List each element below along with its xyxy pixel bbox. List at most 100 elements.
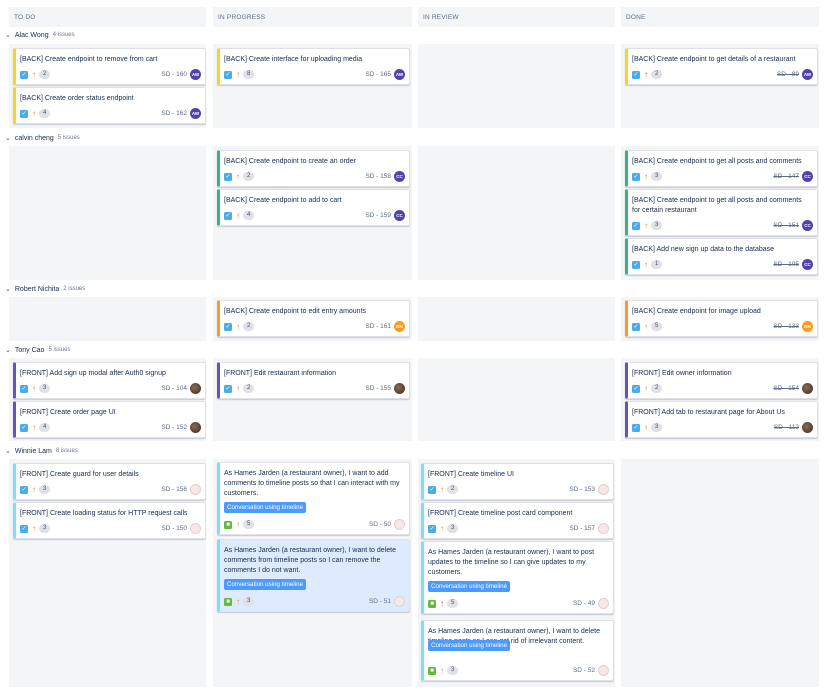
- swimlane-header-robert-nichita[interactable]: ⌄ Robert Nichita 2 issues: [5, 283, 85, 295]
- issue-key[interactable]: SD - 157: [569, 525, 595, 532]
- issue-key[interactable]: SD - 133: [773, 323, 799, 330]
- swimlane-header-alac-wong[interactable]: ⌄ Alac Wong 4 issues: [5, 29, 75, 41]
- issue-key[interactable]: SD - 161: [365, 323, 391, 330]
- issue-card[interactable]: [BACK] Create endpoint to get all posts …: [625, 150, 818, 187]
- swimlane-count: 5 issues: [48, 347, 71, 353]
- assignee-avatar[interactable]: RN: [802, 321, 813, 332]
- issue-card[interactable]: [BACK] Create endpoint to create an orde…: [217, 150, 410, 187]
- issue-key[interactable]: SD - 104: [161, 385, 187, 392]
- epic-label[interactable]: Conversation using timeline: [428, 640, 511, 651]
- chevron-down-icon[interactable]: ⌄: [5, 134, 11, 142]
- assignee-avatar[interactable]: CC: [802, 171, 813, 182]
- issue-card[interactable]: [FRONT] Create order page UI ✓ ↑ 4 SD - 152: [13, 401, 206, 438]
- issue-card[interactable]: [FRONT] Create timeline post card compon…: [421, 502, 614, 539]
- assignee-avatar[interactable]: CC: [802, 259, 813, 270]
- issue-key[interactable]: SD - 52: [573, 667, 595, 674]
- issue-card[interactable]: [FRONT] Create loading status for HTTP r…: [13, 502, 206, 539]
- assignee-avatar[interactable]: CC: [394, 210, 405, 221]
- issue-card[interactable]: As Hames Jarden (a restaurant owner), I …: [421, 620, 614, 681]
- assignee-avatar[interactable]: AW: [802, 69, 813, 80]
- chevron-down-icon[interactable]: ⌄: [5, 447, 11, 455]
- issue-key[interactable]: SD - 51: [369, 598, 391, 605]
- assignee-avatar[interactable]: CC: [394, 171, 405, 182]
- chevron-down-icon[interactable]: ⌄: [5, 285, 11, 293]
- assignee-avatar[interactable]: [394, 596, 405, 607]
- story-icon: ■: [428, 666, 436, 675]
- issue-key[interactable]: SD - 151: [773, 222, 799, 229]
- issue-card[interactable]: [FRONT] Add tab to restaurant page for A…: [625, 401, 818, 438]
- issue-key[interactable]: SD - 158: [365, 173, 391, 180]
- issue-card[interactable]: [FRONT] Create timeline UI ✓ ↑ 2 SD - 153: [421, 463, 614, 500]
- issue-card[interactable]: As Hames Jarden (a restaurant owner), I …: [217, 462, 410, 535]
- issue-card[interactable]: As Hames Jarden (a restaurant owner), I …: [421, 541, 614, 614]
- chevron-down-icon[interactable]: ⌄: [5, 346, 11, 354]
- card-footer: ✓ ↑ 4 SD - 162 AW: [20, 108, 201, 119]
- issue-card[interactable]: [FRONT] Add sign up modal after Auth0 si…: [13, 362, 206, 399]
- epic-label[interactable]: Conversation using timeline: [224, 502, 307, 513]
- swimlane-name: Winnie Lam: [14, 447, 52, 455]
- assignee-avatar[interactable]: [394, 519, 405, 530]
- issue-key[interactable]: SD - 165: [365, 71, 391, 78]
- issue-key[interactable]: SD - 153: [569, 486, 595, 493]
- issue-summary: [BACK] Create endpoint to create an orde…: [224, 158, 356, 165]
- swimlane-header-calvin-cheng[interactable]: ⌄ calvin cheng 5 issues: [5, 132, 80, 144]
- issue-key[interactable]: SD - 159: [365, 212, 391, 219]
- issue-key[interactable]: SD - 105: [773, 261, 799, 268]
- assignee-avatar[interactable]: [598, 598, 609, 609]
- issue-key[interactable]: SD - 162: [161, 110, 187, 117]
- issue-card[interactable]: [BACK] Create endpoint to get all posts …: [625, 189, 818, 236]
- priority-arrow-up-icon: ↑: [236, 383, 240, 393]
- issue-card[interactable]: [FRONT] Edit owner information ✓ ↑ 2 SD - 15…: [625, 362, 818, 399]
- issue-key[interactable]: SD - 155: [365, 385, 391, 392]
- assignee-avatar[interactable]: AW: [190, 69, 201, 80]
- priority-arrow-up-icon: ↑: [236, 321, 240, 331]
- assignee-avatar[interactable]: [802, 383, 813, 394]
- issue-card[interactable]: [BACK] Create interface for uploading me…: [217, 48, 410, 85]
- assignee-avatar[interactable]: AW: [190, 108, 201, 119]
- lane-cell: [9, 146, 206, 280]
- issue-card[interactable]: [BACK] Create order status endpoint ✓ ↑ 4 SD…: [13, 87, 206, 124]
- issue-key[interactable]: SD - 112: [774, 424, 799, 431]
- issue-card[interactable]: [BACK] Create endpoint for image upload ✓…: [625, 300, 818, 337]
- assignee-avatar[interactable]: [190, 523, 201, 534]
- issue-key[interactable]: SD - 154: [773, 385, 799, 392]
- issue-card[interactable]: [BACK] Create endpoint to edit entry amo…: [217, 300, 410, 337]
- issue-card[interactable]: [BACK] Create endpoint to add to cart ✓ ↑ 4…: [217, 189, 410, 226]
- assignee-avatar[interactable]: [598, 484, 609, 495]
- chevron-down-icon[interactable]: ⌄: [5, 31, 11, 39]
- issue-key[interactable]: SD - 160: [161, 71, 187, 78]
- story-points-badge: 1: [651, 260, 663, 269]
- issue-card[interactable]: [BACK] Create endpoint to remove from ca…: [13, 48, 206, 85]
- issue-key[interactable]: SD - 89: [777, 71, 799, 78]
- assignee-avatar[interactable]: [190, 383, 201, 394]
- assignee-avatar[interactable]: [394, 383, 405, 394]
- assignee-avatar[interactable]: AW: [394, 69, 405, 80]
- issue-card[interactable]: [FRONT] Edit restaurant information ✓ ↑ 2 SD…: [217, 362, 410, 399]
- lane-cell: [418, 358, 615, 441]
- issue-key[interactable]: SD - 50: [369, 521, 391, 528]
- issue-key[interactable]: SD - 147: [773, 173, 799, 180]
- assignee-avatar[interactable]: RN: [394, 321, 405, 332]
- issue-key[interactable]: SD - 156: [161, 486, 187, 493]
- story-points-badge: 3: [651, 423, 663, 432]
- epic-label[interactable]: Conversation using timeline: [224, 579, 307, 590]
- assignee-avatar[interactable]: [598, 665, 609, 676]
- assignee-avatar[interactable]: [190, 484, 201, 495]
- swimlane-header-tony-cao[interactable]: ⌄ Tony Cao 5 issues: [5, 344, 70, 356]
- swimlane-header-winnie-lam[interactable]: ⌄ Winnie Lam 8 issues: [5, 445, 78, 457]
- assignee-avatar[interactable]: [598, 523, 609, 534]
- issue-card[interactable]: [FRONT] Create guard for user details ✓ ↑ 3…: [13, 463, 206, 500]
- issue-key[interactable]: SD - 152: [161, 424, 187, 431]
- assignee-avatar[interactable]: [802, 422, 813, 433]
- assignee-avatar[interactable]: [190, 422, 201, 433]
- epic-label[interactable]: Conversation using timeline: [428, 581, 511, 592]
- issue-card[interactable]: As Hames Jarden (a restaurant owner), I …: [217, 539, 410, 612]
- issue-key[interactable]: SD - 49: [573, 600, 595, 607]
- lane-cell: [418, 44, 615, 128]
- issue-card[interactable]: [BACK] Add new sign up data to the datab…: [625, 238, 818, 275]
- assignee-avatar[interactable]: CC: [802, 220, 813, 231]
- issue-key[interactable]: SD - 150: [161, 525, 187, 532]
- card-footer: ✓ ↑ 2 SD - 161 RN: [224, 321, 405, 332]
- issue-card[interactable]: [BACK] Create endpoint to get details of…: [625, 48, 818, 85]
- story-points-badge: 3: [651, 221, 663, 230]
